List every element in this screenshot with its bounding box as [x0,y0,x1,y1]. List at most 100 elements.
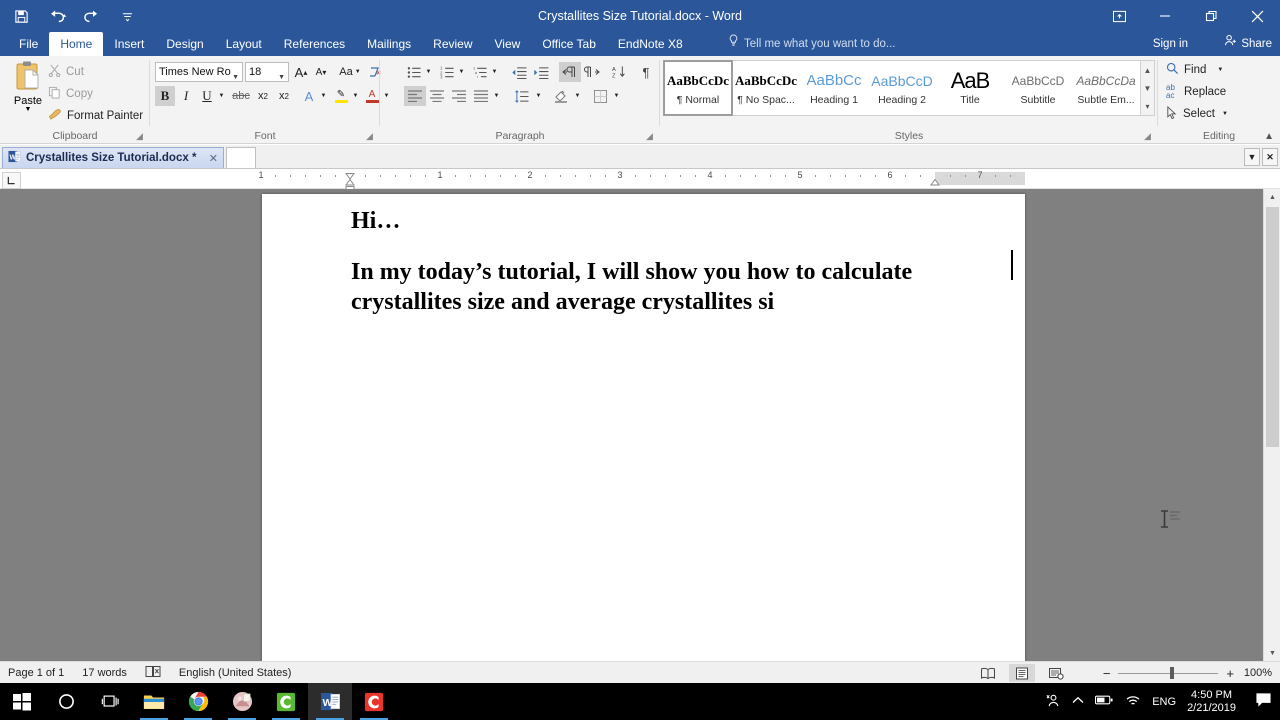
align-center-icon[interactable] [426,86,448,106]
rtl-text-direction-icon[interactable] [581,62,603,82]
language-indicator[interactable]: ENG [1152,696,1176,708]
camtasia-studio-icon[interactable] [264,683,308,720]
horizontal-ruler[interactable]: 1 1 2 3 4 5 6 7 [0,169,1280,192]
shrink-font-icon[interactable]: A ▾ [311,62,331,82]
text-highlight-dropdown-arrow-icon[interactable]: ▼ [350,86,361,106]
tab-list-dropdown-icon[interactable]: ▼ [1244,148,1260,166]
chevron-down-icon[interactable]: ▼ [278,69,285,87]
tab-design[interactable]: Design [155,32,214,56]
task-view-icon[interactable] [88,683,132,720]
vertical-scrollbar[interactable]: ▲ ▼ [1263,189,1280,661]
font-name-combobox[interactable]: Times New Ro ▼ [155,62,243,82]
bullets-dropdown-arrow-icon[interactable]: ▼ [423,62,434,82]
paragraph-dialog-launcher[interactable]: ◢ [646,131,656,141]
chevron-down-icon[interactable]: ▼ [232,69,239,87]
bold-icon[interactable]: B [155,86,175,106]
decrease-indent-icon[interactable] [508,62,530,82]
wifi-icon[interactable] [1125,694,1141,710]
language-indicator[interactable]: English (United States) [179,667,292,679]
show-formatting-marks-icon[interactable]: ¶ [635,62,657,82]
clipboard-dialog-launcher[interactable]: ◢ [136,131,146,141]
style-heading-1[interactable]: AaBbCc Heading 1 [800,61,868,115]
tab-file[interactable]: File [8,32,49,56]
tell-me-search[interactable]: Tell me what you want to do... [728,32,896,56]
read-mode-icon[interactable] [975,664,1001,682]
battery-icon[interactable] [1095,694,1114,709]
zoom-level[interactable]: 100% [1242,667,1272,679]
line-spacing-dropdown-arrow-icon[interactable]: ▼ [533,86,544,106]
copy-button[interactable]: Copy [48,86,93,102]
align-left-icon[interactable] [404,86,426,106]
tab-mailings[interactable]: Mailings [356,32,422,56]
web-layout-icon[interactable] [1043,664,1069,682]
action-center-icon[interactable] [1255,692,1272,711]
microsoft-word-icon[interactable]: W [308,683,352,720]
zoom-slider[interactable] [1118,666,1219,680]
grow-font-icon[interactable]: A ▴ [291,62,311,82]
underline-icon[interactable]: U [197,86,217,106]
cortana-search-icon[interactable] [44,683,88,720]
tab-layout[interactable]: Layout [215,32,273,56]
style-no-spacing[interactable]: AaBbCcDc ¶ No Spac... [732,61,800,115]
print-layout-icon[interactable] [1008,664,1035,682]
document-tab[interactable]: W Crystallites Size Tutorial.docx * ✕ [2,147,224,168]
superscript-icon[interactable]: x2 [274,86,294,106]
people-icon[interactable] [1045,693,1061,711]
styles-dialog-launcher[interactable]: ◢ [1144,131,1154,141]
photo-viewer-icon[interactable] [220,683,264,720]
font-dialog-launcher[interactable]: ◢ [366,131,376,141]
numbering-icon[interactable]: 123 [437,62,457,82]
ltr-text-direction-icon[interactable] [559,62,581,82]
zoom-out-button[interactable]: − [1103,666,1111,681]
file-explorer-icon[interactable] [132,683,176,720]
cut-button[interactable]: Cut [48,64,84,80]
find-dropdown-arrow-icon[interactable]: ▼ [1217,67,1223,73]
find-button[interactable]: Find ▼ [1166,62,1223,78]
camtasia-recorder-icon[interactable] [352,683,396,720]
style-title[interactable]: AaB Title [936,61,1004,115]
collapse-ribbon-icon[interactable]: ▲ [1264,131,1274,142]
select-dropdown-arrow-icon[interactable]: ▼ [1222,111,1228,117]
style-subtle-emphasis[interactable]: AaBbCcDa Subtle Em... [1072,61,1140,115]
change-case-icon[interactable]: Aa ▼ [336,62,364,82]
sort-icon[interactable]: AZ [608,62,630,82]
google-chrome-icon[interactable] [176,683,220,720]
page-indicator[interactable]: Page 1 of 1 [8,667,64,679]
word-count[interactable]: 17 words [82,667,127,679]
scroll-up-icon[interactable]: ▲ [1264,189,1280,205]
styles-scroll-down-icon[interactable]: ▼ [1141,79,1154,97]
tab-references[interactable]: References [273,32,356,56]
tab-review[interactable]: Review [422,32,483,56]
tab-view[interactable]: View [484,32,532,56]
style-subtitle[interactable]: AaBbCcD Subtitle [1004,61,1072,115]
paste-dropdown-arrow-icon[interactable]: ▼ [6,106,50,113]
style-heading-2[interactable]: AaBbCcD Heading 2 [868,61,936,115]
close-icon[interactable] [1234,0,1280,32]
document-page[interactable]: Hi… In my today’s tutorial, I will show … [262,194,1180,661]
increase-indent-icon[interactable] [530,62,552,82]
underline-dropdown-arrow-icon[interactable]: ▼ [216,86,227,106]
align-dropdown-arrow-icon[interactable]: ▼ [491,86,502,106]
bullets-icon[interactable] [404,62,424,82]
close-tab-bar-icon[interactable]: ✕ [1262,148,1278,166]
numbering-dropdown-arrow-icon[interactable]: ▼ [456,62,467,82]
show-hidden-icons-icon[interactable] [1072,696,1084,708]
font-size-combobox[interactable]: 18 ▼ [245,62,289,82]
align-right-icon[interactable] [448,86,470,106]
share-button[interactable]: Share [1224,32,1272,56]
styles-scroll-up-icon[interactable]: ▲ [1141,61,1154,79]
paste-button[interactable]: Paste ▼ [6,60,50,113]
proofing-errors-icon[interactable] [145,665,161,681]
justify-icon[interactable] [470,86,492,106]
left-indent-marker[interactable] [345,181,355,192]
text-highlight-icon[interactable]: ✎ [331,86,351,106]
strikethrough-icon[interactable]: abc [230,86,252,106]
line-spacing-icon[interactable] [511,86,533,106]
clock[interactable]: 4:50 PM 2/21/2019 [1187,689,1236,715]
select-button[interactable]: Select ▼ [1166,105,1228,122]
document-text[interactable]: Hi… In my today’s tutorial, I will show … [351,207,971,339]
sign-in-button[interactable]: Sign in [1153,32,1188,56]
windows-start-icon[interactable] [0,683,44,720]
borders-dropdown-arrow-icon[interactable]: ▼ [611,86,622,106]
tab-home[interactable]: Home [49,32,104,56]
